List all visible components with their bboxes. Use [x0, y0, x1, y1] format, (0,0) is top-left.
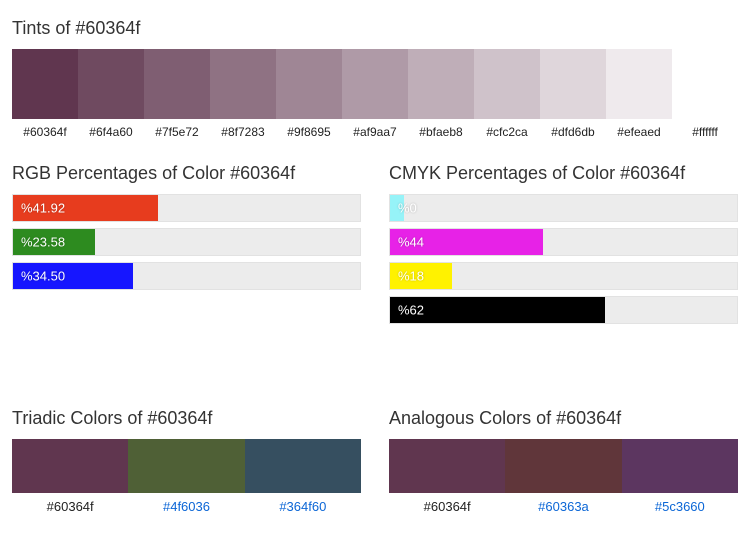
analogous-label[interactable]: #60363a	[505, 499, 621, 514]
tint-swatch	[408, 49, 474, 119]
analogous-label[interactable]: #5c3660	[622, 499, 738, 514]
cmyk-bar-label: %62	[398, 303, 424, 318]
tint-swatch	[276, 49, 342, 119]
cmyk-bar: %44	[389, 228, 738, 256]
tint-label: #60364f	[12, 125, 78, 139]
cmyk-bar: %0	[389, 194, 738, 222]
tint-label: #dfd6db	[540, 125, 606, 139]
analogous-title: Analogous Colors of #60364f	[389, 408, 738, 429]
rgb-bar: %41.92	[12, 194, 361, 222]
analogous-label: #60364f	[389, 499, 505, 514]
rgb-bar: %34.50	[12, 262, 361, 290]
analogous-swatch	[622, 439, 738, 493]
cmyk-title: CMYK Percentages of Color #60364f	[389, 163, 738, 184]
tint-label: #efeaed	[606, 125, 672, 139]
triadic-label[interactable]: #4f6036	[128, 499, 244, 514]
analogous-scheme: Analogous Colors of #60364f #60364f#6036…	[389, 400, 738, 514]
cmyk-bar: %62	[389, 296, 738, 324]
rgb-bar: %23.58	[12, 228, 361, 256]
cmyk-bar-label: %44	[398, 235, 424, 250]
tints-strip	[12, 49, 738, 119]
triadic-label[interactable]: #364f60	[245, 499, 361, 514]
tint-label: #7f5e72	[144, 125, 210, 139]
rgb-bar-label: %23.58	[21, 235, 65, 250]
triadic-label: #60364f	[12, 499, 128, 514]
tint-label: #bfaeb8	[408, 125, 474, 139]
tint-swatch	[210, 49, 276, 119]
analogous-swatch	[505, 439, 621, 493]
cmyk-column: CMYK Percentages of Color #60364f %0 %44%…	[389, 155, 738, 330]
tint-swatch	[672, 49, 738, 119]
tint-swatch	[540, 49, 606, 119]
triadic-swatch	[12, 439, 128, 493]
rgb-title: RGB Percentages of Color #60364f	[12, 163, 361, 184]
tint-swatch	[474, 49, 540, 119]
tint-swatch	[78, 49, 144, 119]
tint-label: #9f8695	[276, 125, 342, 139]
tints-labels: #60364f#6f4a60#7f5e72#8f7283#9f8695#af9a…	[12, 125, 738, 139]
tint-label: #ffffff	[672, 125, 738, 139]
tint-label: #af9aa7	[342, 125, 408, 139]
tint-swatch	[606, 49, 672, 119]
cmyk-bar-label: %0	[398, 201, 417, 216]
tint-label: #6f4a60	[78, 125, 144, 139]
tint-swatch	[342, 49, 408, 119]
triadic-swatch	[128, 439, 244, 493]
analogous-swatch	[389, 439, 505, 493]
cmyk-bar-label: %18	[398, 269, 424, 284]
rgb-column: RGB Percentages of Color #60364f %41.92%…	[12, 155, 361, 330]
triadic-swatch	[245, 439, 361, 493]
triadic-title: Triadic Colors of #60364f	[12, 408, 361, 429]
tint-swatch	[144, 49, 210, 119]
tint-label: #8f7283	[210, 125, 276, 139]
rgb-bar-label: %34.50	[21, 269, 65, 284]
tints-title: Tints of #60364f	[12, 18, 738, 39]
rgb-bar-label: %41.92	[21, 201, 65, 216]
tint-label: #cfc2ca	[474, 125, 540, 139]
tint-swatch	[12, 49, 78, 119]
triadic-scheme: Triadic Colors of #60364f #60364f#4f6036…	[12, 400, 361, 514]
cmyk-bar: %18	[389, 262, 738, 290]
